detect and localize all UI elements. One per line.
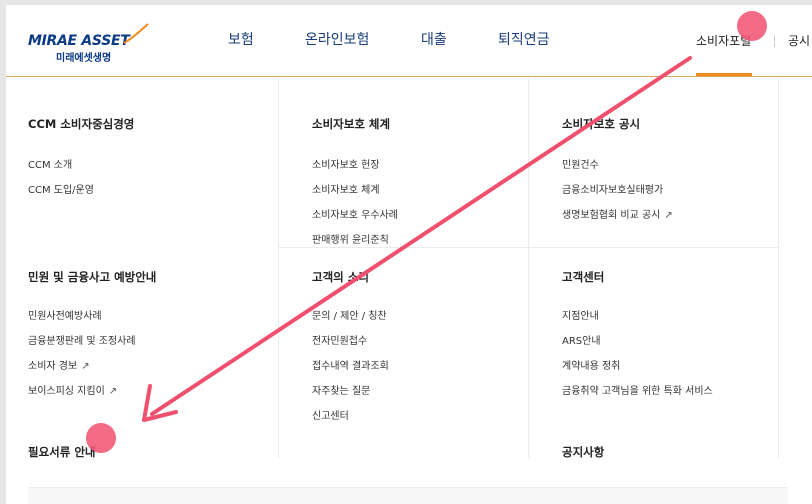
menu-link[interactable]: 소비자보호 체계	[312, 181, 380, 196]
menu-link[interactable]: 소비자보호 우수사례	[312, 206, 398, 221]
column-divider	[778, 78, 779, 458]
menu-link[interactable]: 판매행위 윤리준칙	[312, 231, 389, 246]
active-tab-indicator	[696, 73, 752, 76]
row-divider	[278, 247, 528, 248]
menu-link[interactable]: 신고센터	[312, 407, 349, 422]
section-title-required-documents[interactable]: 필요서류 안내	[28, 444, 95, 460]
section-title-consumer-protection-system[interactable]: 소비자보호 체계	[312, 116, 390, 132]
column-divider	[278, 78, 279, 458]
menu-link[interactable]: 민원건수	[562, 156, 599, 171]
external-link-icon: ↗	[108, 386, 118, 397]
section-title-notice[interactable]: 공지사항	[562, 444, 604, 460]
menu-link-label: 생명보험협회 비교 공시	[562, 210, 661, 221]
menu-link[interactable]: 소비자보호 헌장	[312, 156, 380, 171]
logo-main-text: MIRAE ASSET	[28, 33, 130, 49]
external-link-icon: ↗	[664, 210, 673, 221]
menu-link[interactable]: 전자민원접수	[312, 332, 367, 347]
section-title-ccm[interactable]: CCM 소비자중심경영	[28, 116, 134, 132]
menu-link[interactable]: ARS안내	[562, 332, 601, 347]
menu-link[interactable]: CCM 소개	[28, 156, 72, 171]
section-title-consumer-protection-disclosure[interactable]: 소비자보호 공시	[562, 116, 640, 132]
nav-separator	[774, 35, 775, 47]
menu-link[interactable]: 금융분쟁판례 및 조정사례	[28, 332, 136, 347]
mega-menu: CCM 소비자중심경영 CCM 소개 CCM 도입/운영 민원 및 금융사고 예…	[6, 78, 812, 504]
menu-link[interactable]: 지점안내	[562, 307, 599, 322]
menu-link[interactable]: 민원사전예방사례	[28, 307, 102, 322]
menu-link[interactable]: CCM 도입/운영	[28, 181, 94, 196]
menu-link[interactable]: 금융소비자보호실태평가	[562, 181, 663, 196]
logo-swoosh-icon	[123, 23, 149, 44]
menu-link-voice-phishing[interactable]: 보이스피싱 지킴이 ↗	[28, 382, 117, 397]
menu-link[interactable]: 자주찾는 질문	[312, 382, 370, 397]
menu-link-label: 보이스피싱 지킴이	[28, 386, 105, 397]
gnb-item-loan[interactable]: 대출	[421, 29, 447, 49]
section-title-customer-center[interactable]: 고객센터	[562, 269, 604, 285]
section-title-customer-voice[interactable]: 고객의 소리	[312, 269, 369, 285]
menu-link[interactable]: 접수내역 결과조회	[312, 357, 389, 372]
menu-link-label: 소비자 경보	[28, 361, 78, 372]
gnb-item-insurance[interactable]: 보험	[228, 29, 254, 49]
external-link-icon: ↗	[81, 361, 90, 372]
gnb-item-pension[interactable]: 퇴직연금	[498, 29, 550, 49]
gnb-item-online-insurance[interactable]: 온라인보험	[305, 29, 369, 49]
column-divider	[528, 78, 529, 458]
menu-link[interactable]: 금융취약 고객님을 위한 특화 서비스	[562, 382, 713, 397]
menu-link-consumer-alert[interactable]: 소비자 경보 ↗	[28, 357, 90, 372]
gnb-item-disclosure[interactable]: 공시	[788, 32, 810, 49]
header: MIRAE ASSET 미래에셋생명 보험 온라인보험 대출 퇴직연금 소비자포…	[6, 5, 812, 77]
row-divider	[528, 247, 778, 248]
menu-link[interactable]: 문의 / 제안 / 칭찬	[312, 307, 387, 322]
logo[interactable]: MIRAE ASSET 미래에셋생명	[28, 23, 149, 64]
gnb-item-consumer-portal[interactable]: 소비자포털	[696, 32, 751, 49]
content-strip	[28, 487, 788, 504]
page-frame: MIRAE ASSET 미래에셋생명 보험 온라인보험 대출 퇴직연금 소비자포…	[6, 5, 812, 504]
section-title-complaint-prevention[interactable]: 민원 및 금융사고 예방안내	[28, 269, 156, 285]
menu-link[interactable]: 계약내용 정취	[562, 357, 620, 372]
logo-sub-text: 미래에셋생명	[56, 53, 112, 64]
menu-link-life-insurance-comparison[interactable]: 생명보험협회 비교 공시 ↗	[562, 206, 673, 221]
